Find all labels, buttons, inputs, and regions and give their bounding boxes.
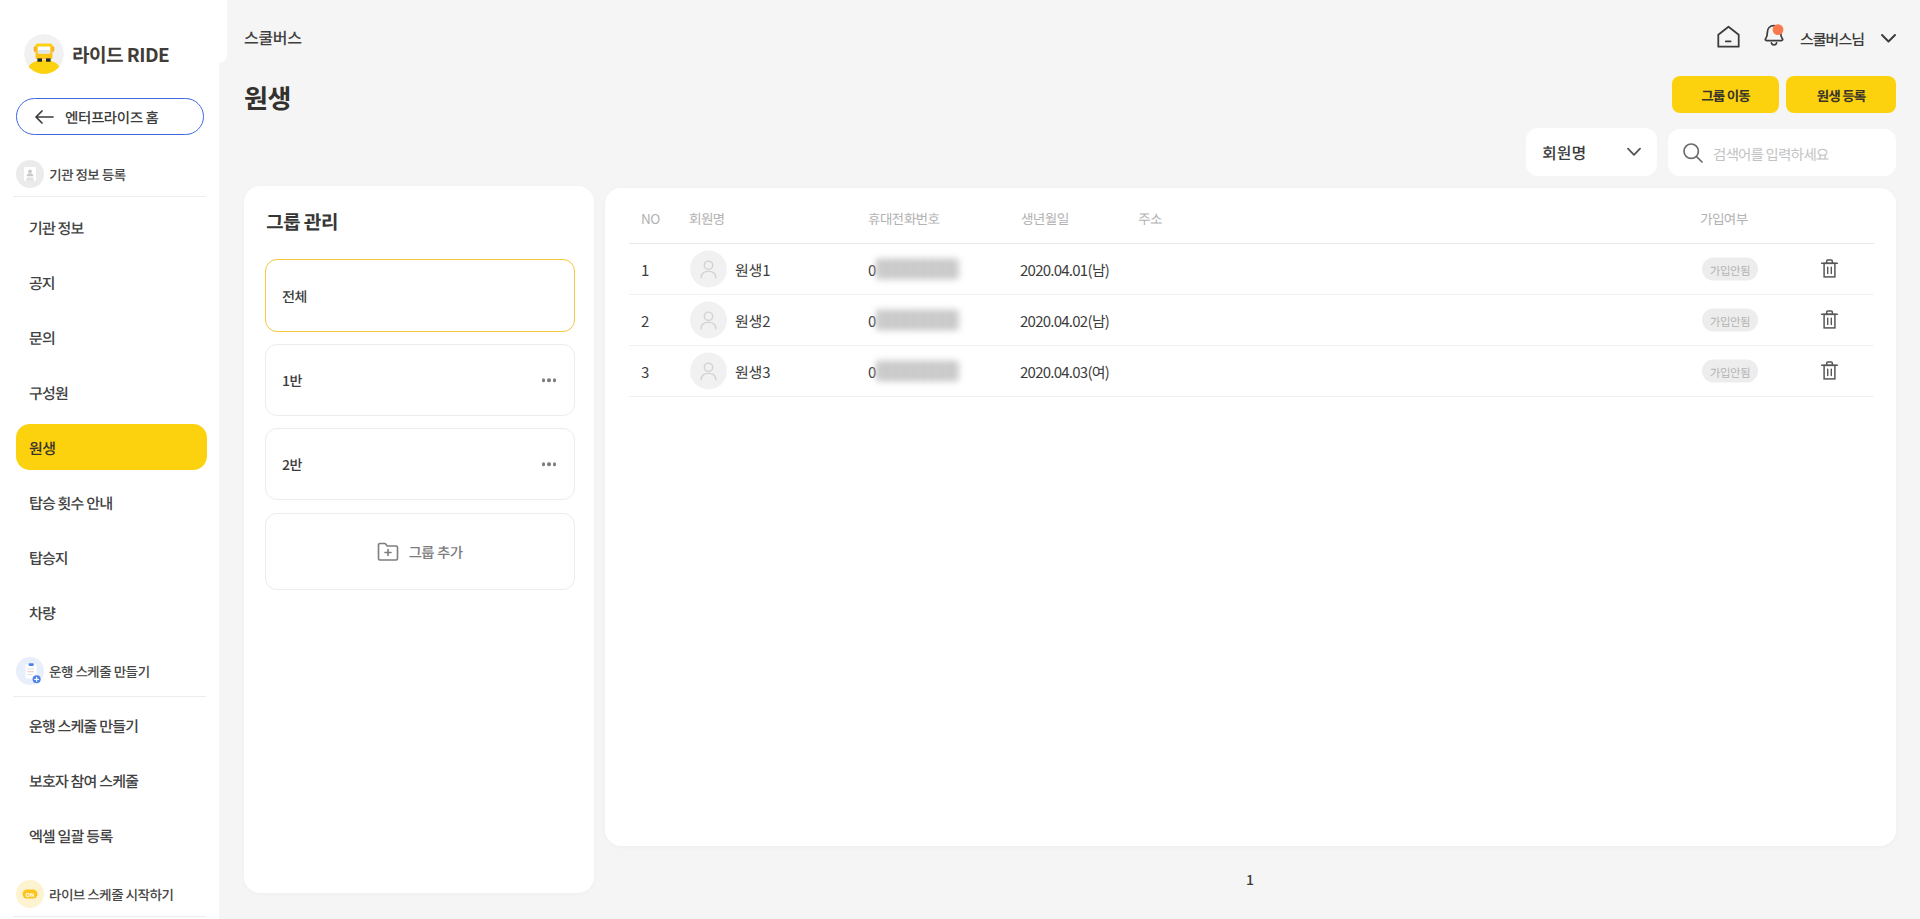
svg-text:ON: ON [25, 890, 34, 899]
